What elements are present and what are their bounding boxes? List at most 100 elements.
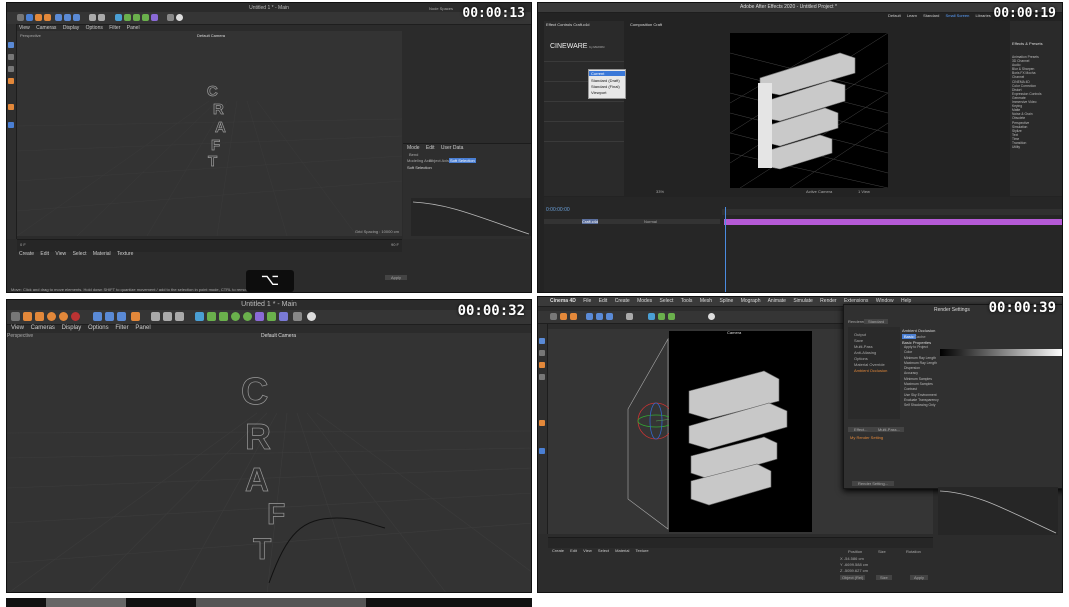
- mat-texture[interactable]: Texture: [117, 251, 133, 257]
- menu-cameras[interactable]: Cameras: [31, 325, 55, 331]
- dropdown-viewport[interactable]: Viewport: [591, 90, 607, 95]
- ws-standard[interactable]: Standard: [923, 13, 939, 18]
- timecode[interactable]: 0:00:00:00: [546, 207, 570, 213]
- mat-view[interactable]: View: [55, 251, 66, 257]
- mat-select[interactable]: Select: [73, 251, 87, 257]
- time-ruler[interactable]: [722, 209, 1062, 215]
- property-row[interactable]: Self Shadowing Only: [904, 403, 939, 408]
- viewport[interactable]: Perspective Default Camera C R A F T Gri…: [17, 31, 402, 236]
- settings-material-override[interactable]: Material Override: [854, 362, 885, 367]
- mat-edit[interactable]: Edit: [570, 548, 577, 553]
- playhead[interactable]: [725, 207, 726, 292]
- axis-z-icon[interactable]: [73, 14, 80, 21]
- mat-view[interactable]: View: [583, 548, 592, 553]
- attr-subtab-object[interactable]: Object Axis: [429, 158, 449, 163]
- settings-multipass[interactable]: Multi-Pass: [854, 344, 873, 349]
- axis-x-icon[interactable]: [586, 313, 593, 320]
- settings-antialiasing[interactable]: Anti-Aliasing: [854, 350, 876, 355]
- ws-learn[interactable]: Learn: [907, 13, 917, 18]
- cube-icon[interactable]: [648, 313, 655, 320]
- tool-2-icon[interactable]: [8, 54, 14, 60]
- letter-a[interactable]: A: [245, 461, 270, 499]
- pen-icon[interactable]: [207, 312, 216, 321]
- light-icon[interactable]: [307, 312, 316, 321]
- pen-icon[interactable]: [124, 14, 131, 21]
- mat-create[interactable]: Create: [19, 251, 34, 257]
- dropdown-standard-draft[interactable]: Standard (Draft): [591, 78, 620, 83]
- render-settings-icon[interactable]: [175, 312, 184, 321]
- scale-tool-icon[interactable]: [35, 14, 42, 21]
- ws-default[interactable]: Default: [888, 13, 901, 18]
- axis-y-icon[interactable]: [105, 312, 114, 321]
- scale-tool-icon[interactable]: [35, 312, 44, 321]
- menu-mograph[interactable]: Mograph: [741, 298, 761, 304]
- mat-select[interactable]: Select: [598, 548, 609, 553]
- menu-spline[interactable]: Spline: [719, 298, 733, 304]
- axis-x-icon[interactable]: [55, 14, 62, 21]
- effect-category-item[interactable]: Utility: [1012, 145, 1042, 149]
- render-settings-window[interactable]: Render Settings Renderer Standard Output…: [843, 304, 1062, 489]
- camera-label[interactable]: Default Camera: [197, 33, 225, 38]
- tool-2-icon[interactable]: [539, 350, 545, 356]
- nurbs-icon[interactable]: [133, 14, 140, 21]
- section-tab-cache[interactable]: Cache: [914, 334, 926, 339]
- tool-5-icon[interactable]: [8, 104, 14, 110]
- rotate-tool-icon[interactable]: [47, 312, 56, 321]
- timeline[interactable]: [548, 537, 933, 548]
- menu-display[interactable]: Display: [62, 325, 82, 331]
- light-icon[interactable]: [176, 14, 183, 21]
- tool-3-icon[interactable]: [539, 362, 545, 368]
- recent-icon[interactable]: [59, 312, 68, 321]
- menu-cinema4d[interactable]: Cinema 4D: [550, 298, 576, 304]
- color-gradient[interactable]: [940, 349, 1062, 356]
- multipass-button[interactable]: Multi-Pass...: [874, 427, 905, 432]
- layer-mode[interactable]: Normal: [644, 219, 657, 224]
- move-tool-icon[interactable]: [550, 313, 557, 320]
- menu-edit[interactable]: Edit: [599, 298, 608, 304]
- ws-libraries[interactable]: Libraries: [975, 13, 990, 18]
- camera-icon[interactable]: [167, 14, 174, 21]
- renderer-select[interactable]: Standard: [864, 319, 889, 324]
- add-icon[interactable]: [23, 312, 32, 321]
- move-tool-icon[interactable]: [11, 312, 20, 321]
- menu-view[interactable]: View: [11, 325, 24, 331]
- axis-z-icon[interactable]: [606, 313, 613, 320]
- menu-render[interactable]: Render: [820, 298, 836, 304]
- dropdown-current[interactable]: Current: [589, 71, 625, 76]
- mat-edit[interactable]: Edit: [40, 251, 49, 257]
- falloff-curve[interactable]: [938, 487, 1058, 535]
- menu-modes[interactable]: Modes: [637, 298, 652, 304]
- menu-file[interactable]: File: [583, 298, 591, 304]
- mat-texture[interactable]: Texture: [635, 548, 648, 553]
- letter-c[interactable]: C: [241, 371, 269, 414]
- deformer-icon[interactable]: [255, 312, 264, 321]
- menu-animate[interactable]: Animate: [768, 298, 786, 304]
- array-icon[interactable]: [231, 312, 240, 321]
- nurbs-icon[interactable]: [219, 312, 228, 321]
- view-count[interactable]: 1 View: [858, 189, 870, 194]
- cloner-icon[interactable]: [243, 312, 252, 321]
- rotate-tool-icon[interactable]: [44, 14, 51, 21]
- axis-y-icon[interactable]: [596, 313, 603, 320]
- node-spaces-label[interactable]: Node Spaces: [429, 6, 453, 11]
- tool-6-icon[interactable]: [539, 448, 545, 454]
- mat-material[interactable]: Material: [615, 548, 629, 553]
- nurbs-icon[interactable]: [668, 313, 675, 320]
- letter-r[interactable]: R: [213, 101, 225, 119]
- tool-5-icon[interactable]: [539, 420, 545, 426]
- menu-options[interactable]: Options: [88, 325, 109, 331]
- menu-simulate[interactable]: Simulate: [793, 298, 812, 304]
- object-rel-select[interactable]: Object (Rel): [840, 575, 866, 580]
- scale-tool-icon[interactable]: [560, 313, 567, 320]
- scene-icon[interactable]: [267, 312, 276, 321]
- mat-create[interactable]: Create: [552, 548, 564, 553]
- apply-button[interactable]: Apply: [385, 275, 408, 280]
- settings-output[interactable]: Output: [854, 332, 866, 337]
- tool-1-icon[interactable]: [8, 42, 14, 48]
- menu-filter[interactable]: Filter: [115, 325, 128, 331]
- letter-f[interactable]: F: [211, 137, 221, 155]
- cube-icon[interactable]: [115, 14, 122, 21]
- attr-subtab-soft[interactable]: Soft Selection: [449, 158, 476, 163]
- letter-t[interactable]: T: [208, 153, 218, 171]
- layer-bar[interactable]: [724, 219, 1062, 225]
